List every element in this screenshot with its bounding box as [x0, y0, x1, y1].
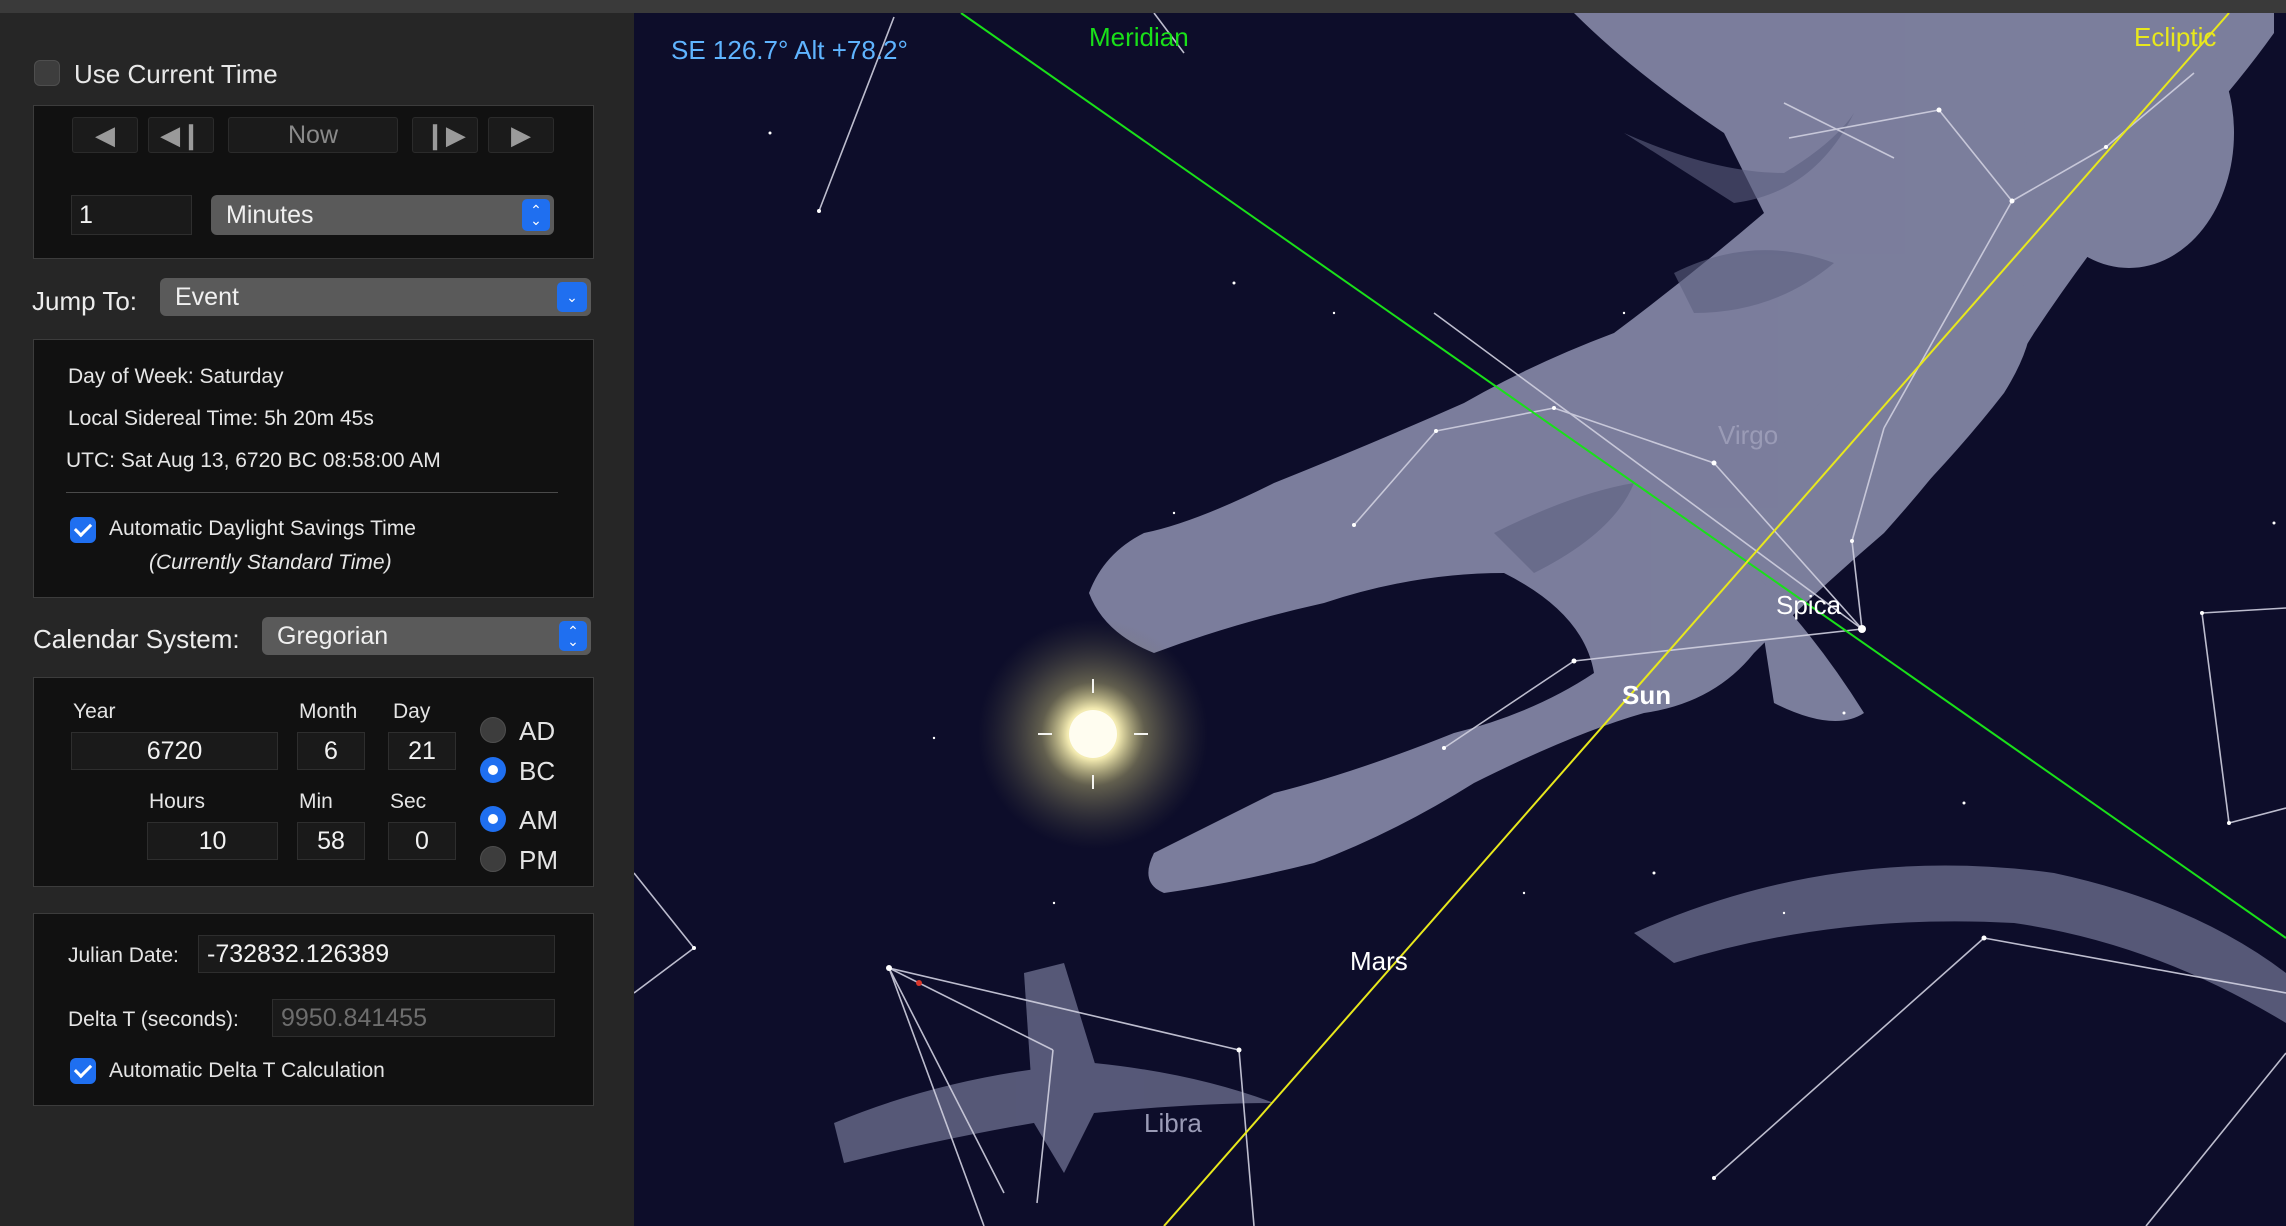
step-forward-button[interactable]: ❙▶ — [412, 117, 478, 153]
now-button[interactable]: Now — [228, 117, 398, 153]
min-label: Min — [299, 790, 333, 813]
standard-time-note: (Currently Standard Time) — [149, 551, 392, 574]
delta-t-input[interactable]: 9950.841455 — [272, 999, 555, 1037]
year-input[interactable]: 6720 — [71, 732, 278, 770]
pm-label: PM — [519, 845, 558, 875]
day-label: Day — [393, 700, 431, 723]
window-top-bar — [0, 0, 2286, 13]
calendar-system-value: Gregorian — [277, 621, 389, 650]
sky-view[interactable]: SE 126.7° Alt +78.2° Meridian Ecliptic V… — [634, 13, 2286, 1226]
ecliptic-label: Ecliptic — [2134, 22, 2217, 52]
info-divider — [66, 492, 558, 493]
jump-to-value: Event — [175, 282, 239, 311]
sec-label: Sec — [390, 790, 427, 813]
hours-input[interactable]: 10 — [147, 822, 278, 860]
ad-label: AD — [519, 716, 556, 746]
julian-date-label: Julian Date: — [68, 944, 179, 967]
day-input[interactable]: 21 — [388, 732, 456, 770]
day-of-week-text: Day of Week: Saturday — [68, 365, 284, 388]
min-input[interactable]: 58 — [297, 822, 365, 860]
use-current-time-checkbox[interactable] — [34, 60, 60, 86]
step-forward-fast-button[interactable]: ▶ — [488, 117, 554, 153]
local-sidereal-time-text: Local Sidereal Time: 5h 20m 45s — [68, 407, 374, 430]
calendar-system-label: Calendar System: — [33, 624, 240, 654]
delta-t-label: Delta T (seconds): — [68, 1008, 239, 1031]
chevron-down-icon: ⌄ — [557, 282, 587, 312]
position-readout: SE 126.7° Alt +78.2° — [671, 35, 908, 65]
step-back-fast-button[interactable]: ◀ — [72, 117, 138, 153]
ad-radio[interactable] — [480, 717, 506, 743]
step-amount-input[interactable]: 1 — [71, 195, 192, 235]
julian-date-input[interactable]: -732832.126389 — [198, 935, 555, 973]
jump-to-select[interactable]: Event ⌄ — [160, 278, 591, 316]
use-current-time-label: Use Current Time — [74, 59, 278, 89]
hours-label: Hours — [149, 790, 206, 813]
step-back-icon: ◀❙ — [160, 119, 202, 150]
am-radio[interactable] — [480, 806, 506, 832]
daylight-savings-checkbox[interactable] — [70, 517, 96, 543]
meridian-label: Meridian — [1089, 22, 1189, 52]
daylight-savings-label: Automatic Daylight Savings Time — [109, 517, 416, 540]
year-label: Year — [73, 700, 116, 723]
spica-label[interactable]: Spica — [1776, 590, 1841, 621]
sec-input[interactable]: 0 — [388, 822, 456, 860]
mars-dot — [916, 980, 922, 986]
step-unit-value: Minutes — [226, 200, 314, 229]
bc-label: BC — [519, 756, 556, 786]
mars-label[interactable]: Mars — [1350, 946, 1408, 977]
auto-delta-t-label: Automatic Delta T Calculation — [109, 1059, 385, 1082]
triangle-left-icon: ◀ — [95, 119, 115, 150]
sky-canvas[interactable] — [634, 13, 2286, 1226]
libra-label: Libra — [1144, 1108, 1202, 1138]
step-back-button[interactable]: ◀❙ — [148, 117, 214, 153]
triangle-right-icon: ▶ — [511, 119, 531, 150]
auto-delta-t-checkbox[interactable] — [70, 1058, 96, 1084]
chevron-updown-icon: ⌃ ⌄ — [559, 621, 587, 651]
step-unit-select[interactable]: Minutes ⌃ ⌄ — [211, 195, 554, 235]
month-label: Month — [299, 700, 358, 723]
chevron-updown-icon: ⌃ ⌄ — [522, 199, 550, 231]
bc-radio[interactable] — [480, 757, 506, 783]
step-forward-icon: ❙▶ — [424, 119, 466, 150]
jump-to-label: Jump To: — [32, 286, 138, 316]
calendar-system-select[interactable]: Gregorian ⌃ ⌄ — [262, 617, 591, 655]
pm-radio[interactable] — [480, 846, 506, 872]
sun-disc[interactable] — [1069, 710, 1117, 758]
virgo-label: Virgo — [1718, 420, 1779, 450]
month-input[interactable]: 6 — [297, 732, 365, 770]
sun-label[interactable]: Sun — [1622, 680, 1671, 711]
am-label: AM — [519, 805, 558, 835]
utc-text: UTC: Sat Aug 13, 6720 BC 08:58:00 AM — [66, 449, 441, 472]
